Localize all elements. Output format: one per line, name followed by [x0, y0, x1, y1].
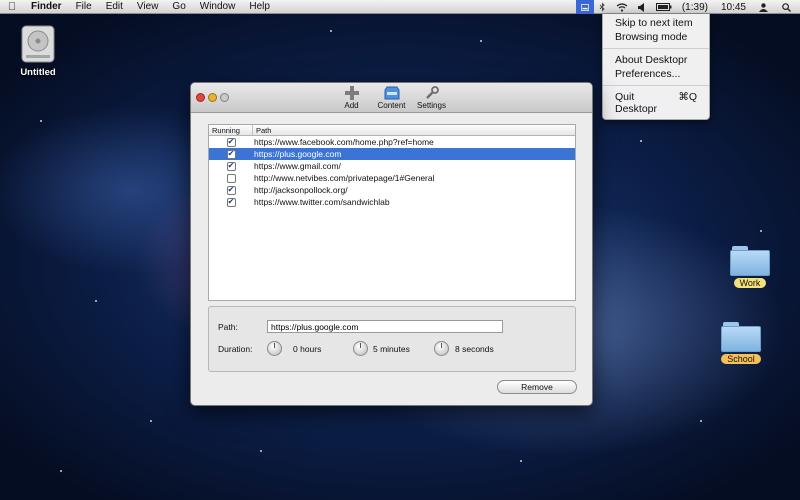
remove-button[interactable]: Remove: [497, 380, 577, 394]
menu-go[interactable]: Go: [165, 1, 192, 12]
hours-value: 0 hours: [293, 344, 322, 354]
running-checkbox[interactable]: ✔: [226, 197, 236, 207]
desktopr-tray-icon[interactable]: [575, 0, 594, 14]
desktop-folder-work[interactable]: Work: [730, 246, 770, 288]
column-path[interactable]: Path: [253, 125, 271, 135]
spotlight-icon[interactable]: [773, 2, 800, 12]
wrench-icon: [423, 85, 441, 101]
path-label: Path:: [218, 322, 238, 332]
menu-window[interactable]: Window: [193, 1, 243, 12]
menu-item-about[interactable]: About Desktopr: [603, 53, 709, 67]
folder-icon: [730, 246, 770, 276]
table-row[interactable]: ✔ http://jacksonpollock.org/: [209, 184, 575, 196]
seconds-value: 8 seconds: [455, 344, 494, 354]
minutes-value: 5 minutes: [373, 344, 410, 354]
status-area: (1:39) 10:45: [575, 0, 800, 14]
row-path: https://plus.google.com: [254, 149, 342, 159]
menu-bar:  Finder File Edit View Go Window Help (…: [0, 0, 800, 14]
desktop-drive-untitled[interactable]: Untitled: [20, 24, 56, 78]
window-titlebar[interactable]: Add Content Settings: [191, 83, 592, 113]
content-tray-icon: [383, 85, 401, 101]
running-checkbox[interactable]: ✔: [226, 185, 236, 195]
seconds-knob[interactable]: [434, 341, 449, 356]
row-path: http://jacksonpollock.org/: [254, 185, 348, 195]
window-toolbar: Add Content Settings: [191, 85, 592, 110]
menu-separator: [603, 85, 709, 86]
toolbar-add-button[interactable]: Add: [335, 85, 369, 110]
wifi-icon[interactable]: [611, 2, 633, 12]
folder-label-work: Work: [733, 278, 767, 288]
table-row[interactable]: ✔ https://www.gmail.com/: [209, 160, 575, 172]
drive-label: Untitled: [20, 67, 56, 78]
menu-item-quit[interactable]: Quit Desktopr ⌘Q: [603, 90, 709, 116]
volume-icon[interactable]: [633, 2, 651, 12]
menu-help[interactable]: Help: [242, 1, 277, 12]
menu-item-browsing-mode[interactable]: Browsing mode: [603, 30, 709, 44]
menu-view[interactable]: View: [130, 1, 166, 12]
minutes-knob[interactable]: [353, 341, 368, 356]
toolbar-content-button[interactable]: Content: [375, 85, 409, 110]
table-row[interactable]: ✔ https://www.twitter.com/sandwichlab: [209, 196, 575, 208]
row-path: https://www.facebook.com/home.php?ref=ho…: [254, 137, 434, 147]
clock[interactable]: 10:45: [713, 2, 754, 13]
hard-drive-icon: [21, 25, 55, 63]
toolbar-settings-label: Settings: [417, 101, 446, 110]
plus-icon: [343, 85, 361, 101]
folder-label-school: School: [721, 354, 761, 364]
toolbar-add-label: Add: [344, 101, 359, 110]
toolbar-content-label: Content: [377, 101, 406, 110]
toolbar-settings-button[interactable]: Settings: [415, 85, 449, 110]
menu-finder[interactable]: Finder: [24, 1, 69, 12]
menu-item-preferences[interactable]: Preferences...: [603, 67, 709, 81]
details-panel: Path: Duration: 0 hours 5 minutes 8 seco…: [208, 306, 576, 372]
table-row-selected[interactable]: ✔ https://plus.google.com: [209, 148, 575, 160]
table-header: Running Path: [209, 125, 575, 136]
battery-time: (1:39): [681, 1, 708, 13]
apple-menu-icon[interactable]: : [0, 1, 24, 13]
menu-item-skip[interactable]: Skip to next item: [603, 16, 709, 30]
column-running[interactable]: Running: [209, 125, 253, 135]
desktopr-menu: Skip to next item Browsing mode About De…: [602, 14, 710, 120]
running-checkbox[interactable]: ✔: [226, 137, 236, 147]
menu-file[interactable]: File: [69, 1, 99, 12]
hours-knob[interactable]: [267, 341, 282, 356]
row-path: https://www.twitter.com/sandwichlab: [254, 197, 390, 207]
running-checkbox[interactable]: ✔: [226, 161, 236, 171]
row-path: https://www.gmail.com/: [254, 161, 341, 171]
battery-icon[interactable]: [651, 3, 677, 11]
desktop-folder-school[interactable]: School: [721, 322, 761, 364]
desktopr-preferences-window: Add Content Settings Running Path ✔ http: [190, 82, 593, 406]
menu-separator: [603, 48, 709, 49]
duration-label: Duration:: [218, 344, 253, 354]
row-path: http://www.netvibes.com/privatepage/1#Ge…: [254, 173, 435, 183]
running-checkbox[interactable]: [226, 173, 236, 183]
folder-icon: [721, 322, 761, 352]
menu-edit[interactable]: Edit: [99, 1, 130, 12]
user-icon[interactable]: [754, 2, 773, 12]
quit-shortcut: ⌘Q: [678, 91, 697, 103]
table-row[interactable]: http://www.netvibes.com/privatepage/1#Ge…: [209, 172, 575, 184]
path-input[interactable]: [267, 320, 503, 333]
table-row[interactable]: ✔ https://www.facebook.com/home.php?ref=…: [209, 136, 575, 148]
running-checkbox[interactable]: ✔: [226, 149, 236, 159]
pages-table: Running Path ✔ https://www.facebook.com/…: [208, 124, 576, 301]
bluetooth-icon[interactable]: [594, 2, 611, 12]
